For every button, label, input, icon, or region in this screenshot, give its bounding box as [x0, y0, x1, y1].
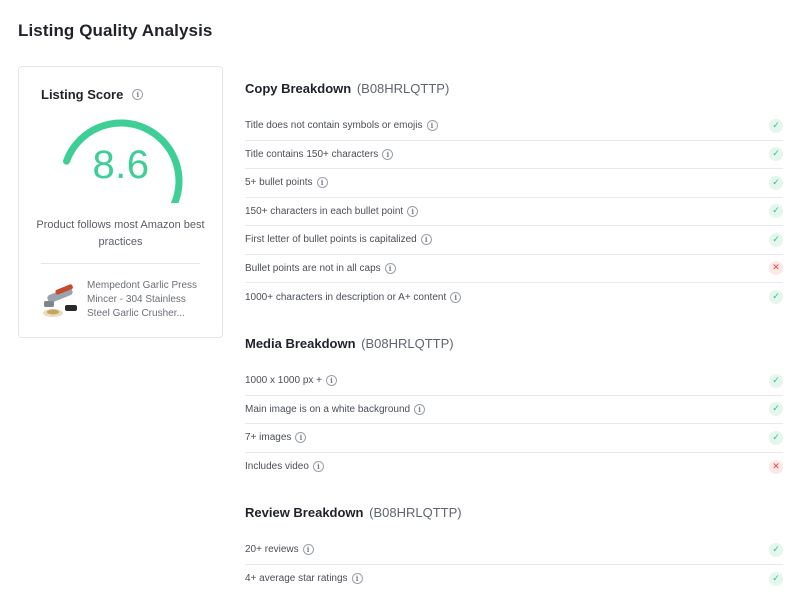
- checklist-row-label: 150+ characters in each bullet point i: [245, 205, 419, 217]
- checklist-row-label: 1000+ characters in description or A+ co…: [245, 291, 462, 303]
- listing-score-card: Listing Score i 8.6 Product follows most…: [18, 66, 223, 338]
- score-caption: Product follows most Amazon best practic…: [36, 219, 205, 248]
- info-icon[interactable]: i: [407, 205, 419, 217]
- section-title-text: Copy Breakdown: [245, 81, 352, 96]
- info-icon[interactable]: i: [316, 177, 328, 189]
- check-icon: ✓: [769, 290, 783, 305]
- check-icon: ✓: [769, 147, 783, 162]
- checklist-row: First letter of bullet points is capital…: [245, 226, 783, 255]
- checklist-row-label: 1000 x 1000 px + i: [245, 375, 338, 387]
- info-icon[interactable]: i: [302, 544, 314, 556]
- checklist-row-label: 20+ reviews i: [245, 544, 314, 556]
- checklist-row: 1000+ characters in description or A+ co…: [245, 283, 783, 312]
- checklist-row-label: Title does not contain symbols or emojis…: [245, 120, 438, 132]
- check-icon: ✓: [769, 571, 783, 586]
- checklist-row-label: 7+ images i: [245, 432, 307, 444]
- info-icon[interactable]: i: [414, 403, 426, 415]
- listing-score-label: Listing Score: [41, 87, 124, 102]
- checklist-row: Title does not contain symbols or emojis…: [245, 112, 783, 141]
- info-icon[interactable]: i: [420, 234, 432, 246]
- checklist-row: 150+ characters in each bullet point i ✓: [245, 198, 783, 226]
- checklist-row: Title contains 150+ characters i ✓: [245, 141, 783, 169]
- check-icon: ✓: [769, 373, 783, 388]
- section-title-text: Review Breakdown: [245, 505, 364, 520]
- checklist-row: 5+ bullet points i ✓: [245, 169, 783, 198]
- check-icon: ✓: [769, 204, 783, 219]
- checklist: 20+ reviews i ✓ 4+ average star ratings i ✓: [245, 536, 783, 593]
- section-asin: (B08HRLQTTP): [369, 505, 462, 520]
- check-icon: ✓: [769, 232, 783, 247]
- product-summary[interactable]: Mempedont Garlic Press Mincer - 304 Stai…: [41, 279, 207, 321]
- check-icon: ✓: [769, 175, 783, 190]
- checklist-row-text: Title contains 150+ characters: [245, 148, 379, 160]
- checklist-row-text: 20+ reviews: [245, 544, 299, 556]
- checklist-row-label: 5+ bullet points i: [245, 177, 328, 189]
- listing-score-heading: Listing Score i: [41, 87, 144, 102]
- info-icon[interactable]: i: [312, 461, 324, 473]
- info-icon[interactable]: i: [384, 262, 396, 274]
- section-title: Media Breakdown (B08HRLQTTP): [245, 336, 783, 351]
- info-icon[interactable]: i: [382, 148, 394, 160]
- page-title: Listing Quality Analysis: [18, 21, 213, 40]
- checklist-row: 4+ average star ratings i ✓: [245, 565, 783, 594]
- checklist-row: 1000 x 1000 px + i ✓: [245, 367, 783, 396]
- checklist-row: 20+ reviews i ✓: [245, 536, 783, 565]
- section-title: Review Breakdown (B08HRLQTTP): [245, 505, 783, 520]
- info-icon[interactable]: i: [426, 120, 438, 132]
- checklist-row-text: Bullet points are not in all caps: [245, 262, 381, 274]
- checklist-row-text: Main image is on a white background: [245, 403, 411, 415]
- checklist-row: 7+ images i ✓: [245, 424, 783, 453]
- section-asin: (B08HRLQTTP): [356, 81, 450, 96]
- checklist-row-label: First letter of bullet points is capital…: [245, 234, 432, 246]
- checklist-row-text: Includes video: [245, 461, 309, 473]
- checklist-row-text: 4+ average star ratings: [245, 573, 348, 585]
- section-title: Copy Breakdown (B08HRLQTTP): [245, 81, 783, 96]
- info-icon[interactable]: i: [132, 89, 144, 100]
- checklist-row-text: 1000 x 1000 px +: [245, 375, 323, 387]
- checklist-row-text: 150+ characters in each bullet point: [245, 205, 404, 217]
- info-icon[interactable]: i: [351, 573, 363, 585]
- card-divider: [41, 263, 200, 264]
- checklist-row-label: Includes video i: [245, 461, 324, 473]
- checklist-row-text: 1000+ characters in description or A+ co…: [245, 291, 447, 303]
- checklist-row-text: Title does not contain symbols or emojis: [245, 120, 423, 132]
- checklist-row-label: 4+ average star ratings i: [245, 573, 363, 585]
- checklist-row-label: Bullet points are not in all caps i: [245, 262, 396, 274]
- check-icon: ✓: [769, 118, 783, 133]
- check-icon: ✓: [769, 430, 783, 445]
- info-icon[interactable]: i: [295, 432, 307, 444]
- section-title-text: Media Breakdown: [245, 336, 356, 351]
- checklist-row: Main image is on a white background i ✓: [245, 396, 783, 424]
- check-icon: ✓: [769, 402, 783, 417]
- product-thumbnail: [41, 283, 79, 321]
- info-icon[interactable]: i: [326, 375, 338, 387]
- cross-icon: ✕: [769, 459, 783, 474]
- checklist-row: Includes video i ✕: [245, 453, 783, 482]
- copy-breakdown-section: Copy Breakdown (B08HRLQTTP) Title does n…: [245, 81, 783, 312]
- score-value: 8.6: [92, 143, 150, 187]
- cross-icon: ✕: [769, 261, 783, 276]
- score-gauge: 8.6: [56, 113, 186, 203]
- review-breakdown-section: Review Breakdown (B08HRLQTTP) 20+ review…: [245, 505, 783, 593]
- checklist-row: Bullet points are not in all caps i ✕: [245, 255, 783, 283]
- checklist-row-text: First letter of bullet points is capital…: [245, 234, 417, 246]
- checklist-row-label: Main image is on a white background i: [245, 403, 426, 415]
- product-name: Mempedont Garlic Press Mincer - 304 Stai…: [87, 280, 198, 319]
- checklist: 1000 x 1000 px + i ✓ Main image is on a whi…: [245, 367, 783, 481]
- checklist-row-text: 5+ bullet points: [245, 177, 313, 189]
- checklist: Title does not contain symbols or emojis…: [245, 112, 783, 312]
- check-icon: ✓: [769, 542, 783, 557]
- checklist-row-label: Title contains 150+ characters i: [245, 148, 394, 160]
- media-breakdown-section: Media Breakdown (B08HRLQTTP) 1000 x 1000…: [245, 336, 783, 481]
- checklist-row-text: 7+ images: [245, 432, 292, 444]
- info-icon[interactable]: i: [450, 291, 462, 303]
- section-asin: (B08HRLQTTP): [361, 336, 454, 351]
